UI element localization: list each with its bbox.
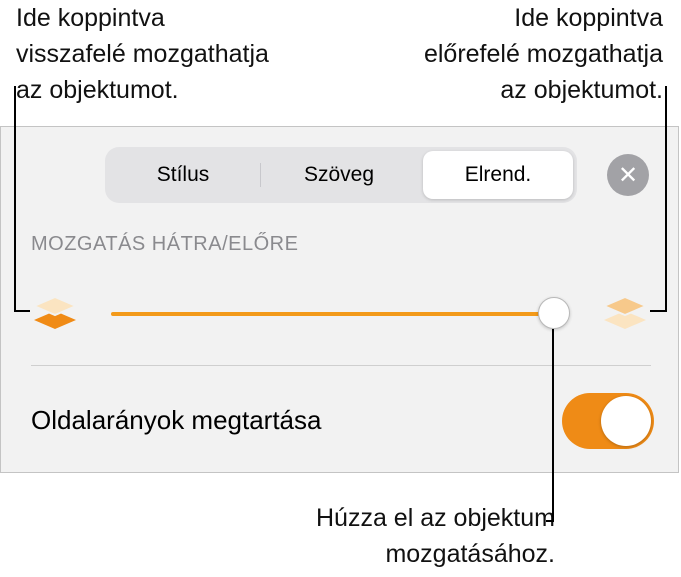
tab-arrange[interactable]: Elrend. [423,151,573,199]
close-button[interactable]: ✕ [607,154,649,196]
tab-style[interactable]: Stílus [109,151,257,199]
row-separator [31,365,651,366]
tab-divider [260,163,261,187]
keep-aspect-toggle[interactable] [562,393,654,449]
slider-thumb[interactable] [538,297,570,329]
slider-track[interactable] [111,312,555,316]
tab-segmented-control: Stílus Szöveg Elrend. [105,147,577,203]
format-panel: Stílus Szöveg Elrend. ✕ MOZGATÁS HÁTRA/E… [0,126,679,473]
callout-drag-slider: Húzza el az objektum mozgatásához. [315,504,555,568]
toggle-knob [601,396,651,446]
close-icon: ✕ [617,161,639,189]
callout-send-backward: Ide koppintva visszafelé mozgathatja az … [16,4,269,104]
section-label-move: MOZGATÁS HÁTRA/ELŐRE [31,233,299,255]
callout-bring-forward: Ide koppintva előrefelé mozgathatja az o… [423,4,663,104]
bring-forward-icon[interactable] [602,295,648,333]
keep-aspect-label: Oldalarányok megtartása [31,405,322,435]
tab-text[interactable]: Szöveg [263,151,415,199]
send-backward-icon[interactable] [32,295,78,333]
